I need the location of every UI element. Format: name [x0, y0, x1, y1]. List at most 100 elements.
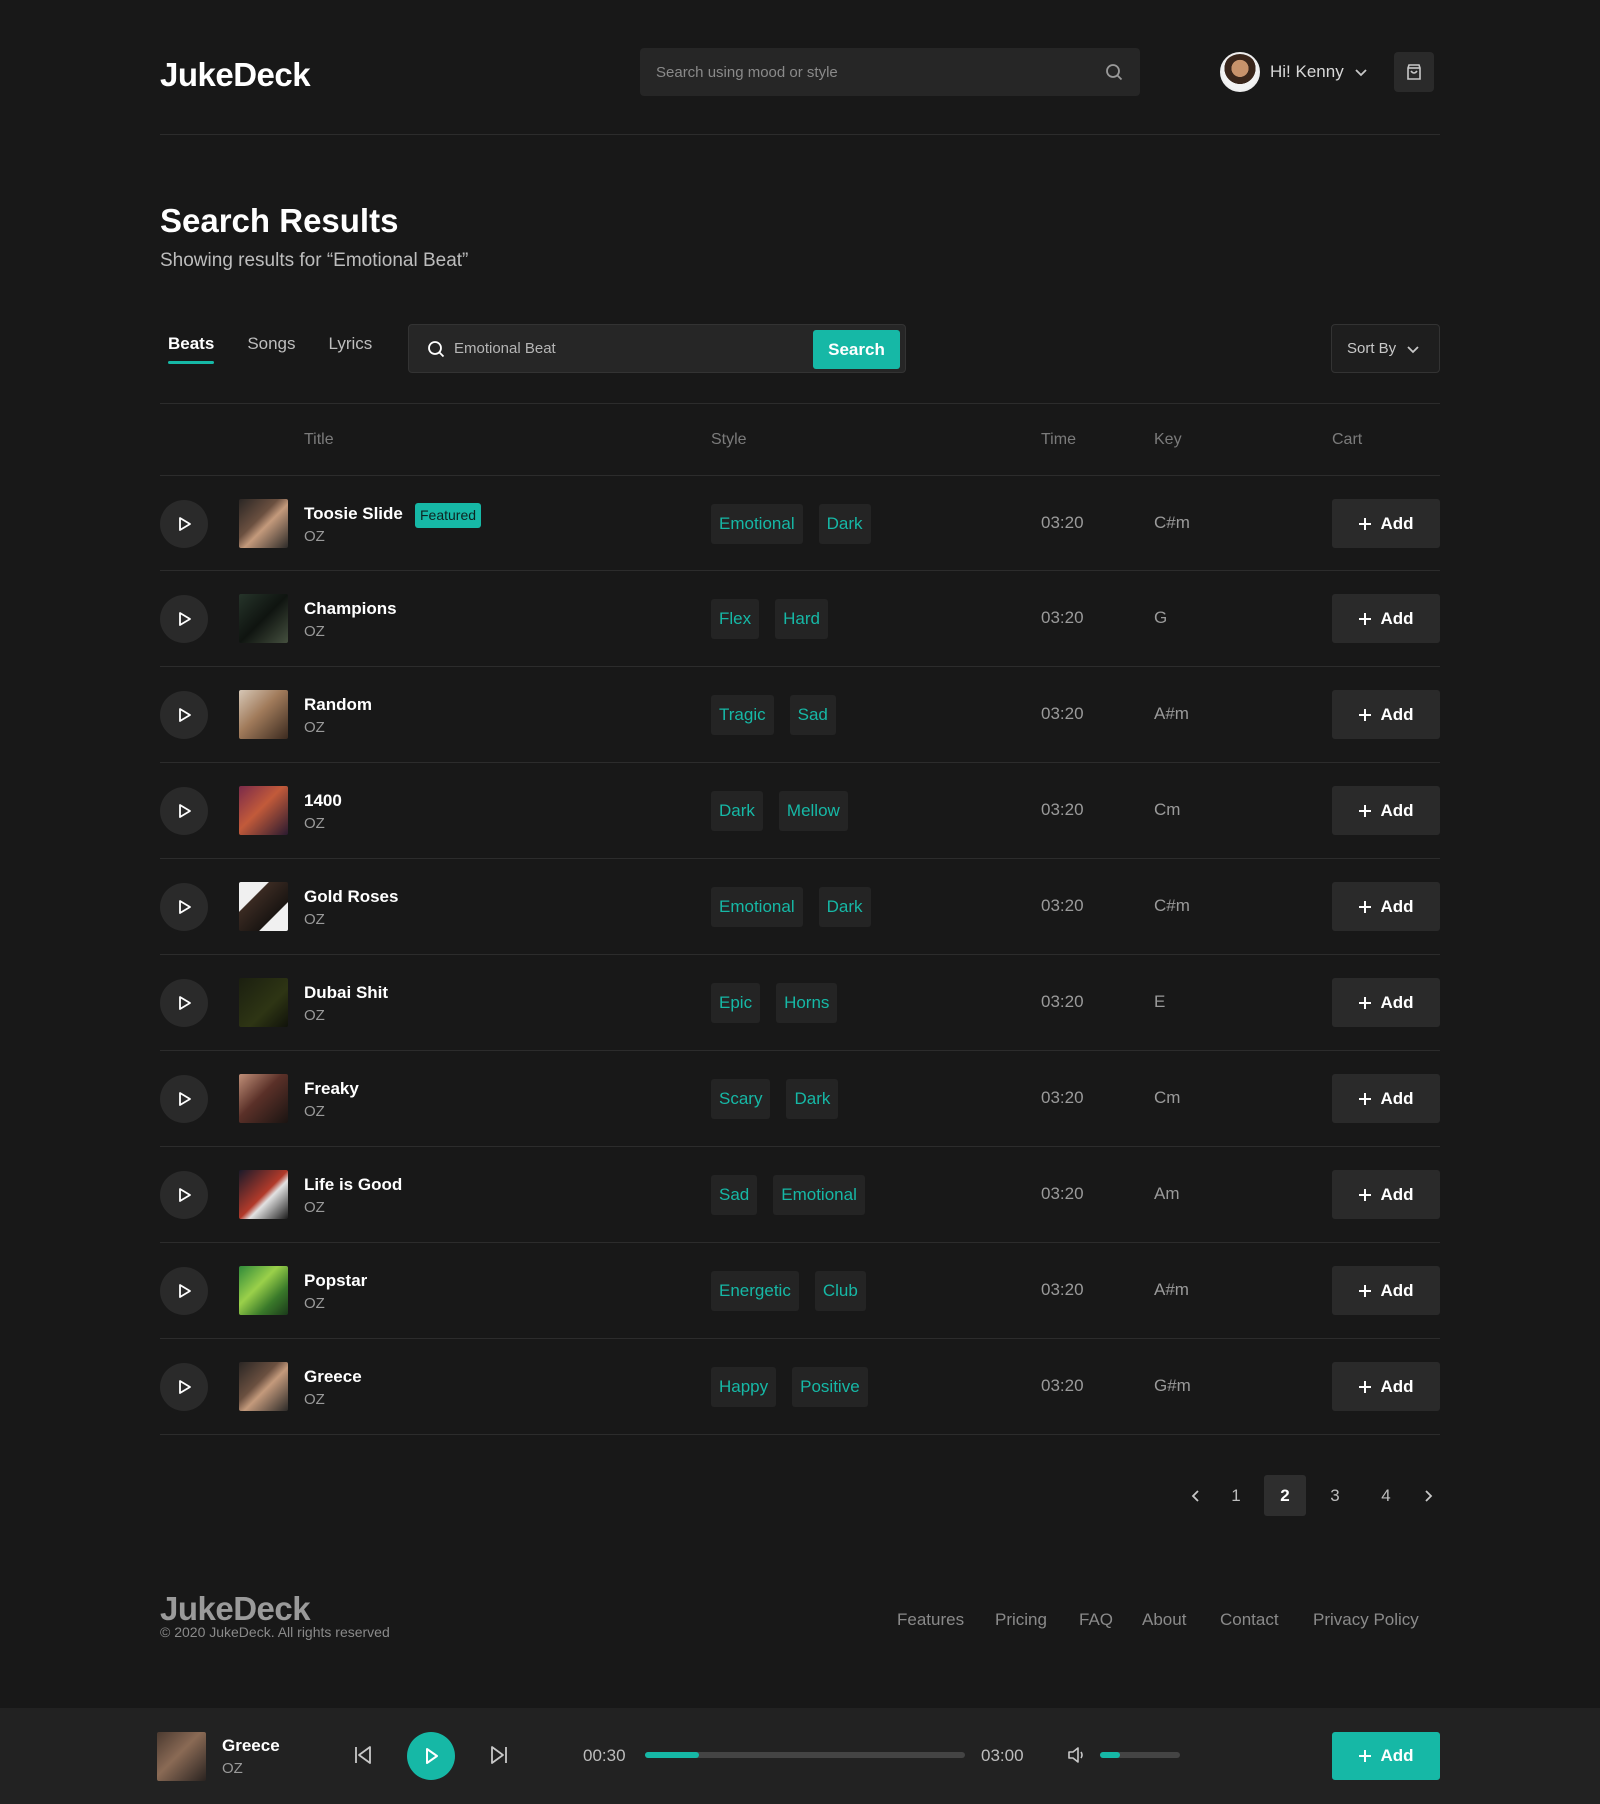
footer-link-contact[interactable]: Contact [1220, 1610, 1279, 1630]
play-button[interactable] [160, 1267, 208, 1315]
footer-link-pricing[interactable]: Pricing [995, 1610, 1047, 1630]
style-tag[interactable]: Energetic [711, 1271, 799, 1311]
style-tag[interactable]: Dark [818, 504, 871, 544]
style-tag[interactable]: Emotional [773, 1175, 865, 1215]
style-tag[interactable]: Scary [711, 1079, 771, 1119]
search-button[interactable]: Search [813, 330, 900, 369]
table-row[interactable]: Dubai Shit OZ Epic Horns 03:20 E Add [160, 955, 1440, 1051]
style-tag[interactable]: Flex [711, 599, 760, 639]
play-button[interactable] [160, 1363, 208, 1411]
style-tag[interactable]: Sad [711, 1175, 758, 1215]
volume-fill [1100, 1752, 1120, 1758]
tab-songs[interactable]: Songs [247, 334, 295, 364]
style-tag[interactable]: Epic [711, 983, 761, 1023]
volume-slider[interactable] [1100, 1752, 1180, 1758]
user-menu[interactable]: Hi! Kenny [1220, 52, 1368, 92]
main-search-input[interactable]: Emotional Beat [454, 340, 556, 357]
user-greeting[interactable]: Hi! Kenny [1270, 62, 1344, 82]
table-row[interactable]: Toosie Slide OZ Emotional Dark 03:20 C#m … [160, 475, 1440, 571]
next-page-button[interactable] [1407, 1475, 1449, 1516]
search-icon[interactable] [1104, 62, 1124, 82]
style-tag[interactable]: Horns [776, 983, 838, 1023]
skip-back-icon[interactable] [352, 1744, 374, 1766]
main-search-field[interactable]: Emotional Beat Search [408, 324, 906, 373]
now-playing-artist: OZ [222, 1760, 243, 1777]
add-to-cart-button[interactable]: Add [1332, 1362, 1440, 1411]
style-tag[interactable]: Hard [775, 599, 828, 639]
tab-beats[interactable]: Beats [168, 334, 215, 364]
play-button[interactable] [160, 691, 208, 739]
add-to-cart-button[interactable]: Add [1332, 1074, 1440, 1123]
footer-link-about[interactable]: About [1142, 1610, 1186, 1630]
add-to-cart-button[interactable]: Add [1332, 690, 1440, 739]
page-2-button[interactable]: 2 [1264, 1475, 1306, 1516]
add-to-cart-button[interactable]: Add [1332, 882, 1440, 931]
add-to-cart-button[interactable]: Add [1332, 594, 1440, 643]
prev-page-button[interactable] [1175, 1475, 1217, 1516]
add-to-cart-button[interactable]: Add [1332, 786, 1440, 835]
avatar[interactable] [1220, 52, 1260, 92]
play-button[interactable] [160, 1075, 208, 1123]
style-tag[interactable]: Happy [711, 1367, 777, 1407]
style-tag[interactable]: Dark [818, 887, 871, 927]
table-row[interactable]: Champions OZ Flex Hard 03:20 G Add [160, 571, 1440, 667]
page-4-button[interactable]: 4 [1365, 1475, 1407, 1516]
add-to-cart-button[interactable]: Add [1332, 978, 1440, 1027]
style-tag[interactable]: Mellow [778, 791, 848, 831]
track-title[interactable]: Popstar [304, 1271, 367, 1291]
track-title[interactable]: Life is Good [304, 1175, 402, 1195]
style-tag[interactable]: Tragic [711, 695, 774, 735]
track-title[interactable]: Gold Roses [304, 887, 398, 907]
table-row[interactable]: 1400 OZ Dark Mellow 03:20 Cm Add [160, 763, 1440, 859]
page-1-button[interactable]: 1 [1215, 1475, 1257, 1516]
track-key: A#m [1154, 1280, 1189, 1299]
table-row[interactable]: Random OZ Tragic Sad 03:20 A#m Add [160, 667, 1440, 763]
add-to-cart-button[interactable]: Add [1332, 1266, 1440, 1315]
style-tag[interactable]: Emotional [711, 887, 803, 927]
footer-link-features[interactable]: Features [897, 1610, 964, 1630]
track-title[interactable]: Greece [304, 1367, 362, 1387]
page-3-button[interactable]: 3 [1314, 1475, 1356, 1516]
player-play-button[interactable] [407, 1732, 455, 1780]
footer-link-privacy[interactable]: Privacy Policy [1313, 1610, 1419, 1630]
track-title[interactable]: 1400 [304, 791, 342, 811]
table-row[interactable]: Freaky OZ Scary Dark 03:20 Cm Add [160, 1051, 1440, 1147]
sort-dropdown[interactable]: Sort By [1331, 324, 1440, 373]
table-row[interactable]: Gold Roses OZ Emotional Dark 03:20 C#m Ad… [160, 859, 1440, 955]
logo[interactable]: JukeDeck [160, 56, 311, 94]
top-search-box[interactable] [640, 48, 1140, 96]
track-title[interactable]: Dubai Shit [304, 983, 388, 1003]
table-row[interactable]: Popstar OZ Energetic Club 03:20 A#m Add [160, 1243, 1440, 1339]
player-add-button[interactable]: Add [1332, 1732, 1440, 1780]
track-title[interactable]: Random [304, 695, 372, 715]
tab-lyrics[interactable]: Lyrics [329, 334, 373, 364]
progress-bar[interactable] [645, 1752, 965, 1758]
chevron-down-icon[interactable] [1354, 65, 1368, 79]
table-row[interactable]: Greece OZ Happy Positive 03:20 G#m Add [160, 1339, 1440, 1435]
style-tag[interactable]: Positive [792, 1367, 868, 1407]
play-button[interactable] [160, 787, 208, 835]
play-button[interactable] [160, 595, 208, 643]
play-button[interactable] [160, 500, 208, 548]
track-title[interactable]: Toosie Slide [304, 504, 403, 524]
footer-link-faq[interactable]: FAQ [1079, 1610, 1113, 1630]
footer-logo[interactable]: JukeDeck [160, 1590, 311, 1628]
add-to-cart-button[interactable]: Add [1332, 499, 1440, 548]
play-button[interactable] [160, 979, 208, 1027]
play-button[interactable] [160, 883, 208, 931]
style-tag[interactable]: Dark [786, 1079, 839, 1119]
add-to-cart-button[interactable]: Add [1332, 1170, 1440, 1219]
style-tag[interactable]: Sad [789, 695, 836, 735]
play-button[interactable] [160, 1171, 208, 1219]
volume-icon[interactable] [1067, 1745, 1087, 1765]
style-tag[interactable]: Club [814, 1271, 866, 1311]
track-title[interactable]: Champions [304, 599, 397, 619]
table-row[interactable]: Life is Good OZ Sad Emotional 03:20 Am Ad… [160, 1147, 1440, 1243]
track-title[interactable]: Freaky [304, 1079, 359, 1099]
top-search-input[interactable] [640, 48, 1080, 96]
now-playing-title[interactable]: Greece [222, 1736, 280, 1756]
skip-forward-icon[interactable] [488, 1744, 510, 1766]
style-tag[interactable]: Emotional [711, 504, 803, 544]
cart-button[interactable] [1394, 52, 1434, 92]
style-tag[interactable]: Dark [711, 791, 763, 831]
